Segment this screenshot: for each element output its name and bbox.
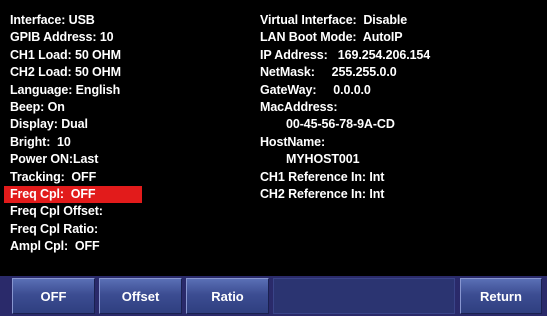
setting-freq-cpl-selected[interactable]: Freq Cpl: OFF [4, 185, 142, 204]
setting-ampl-cpl: Ampl Cpl: OFF [10, 239, 100, 254]
setting-hostname-label: HostName: [260, 134, 326, 149]
setting-interface: Interface: USB [10, 13, 95, 27]
setting-ch2-load: CH2 Load: 50 OHM [10, 65, 121, 80]
softkey-bar: OFF Offset Ratio Return [0, 276, 547, 316]
setting-mac-address-label: MacAddress: [260, 99, 338, 114]
softkey-ratio-button[interactable]: Ratio [186, 278, 269, 314]
softkey-offset-button[interactable]: Offset [99, 278, 182, 314]
setting-hostname-value: MYHOST001 [286, 152, 360, 167]
setting-ch1-load: CH1 Load: 50 OHM [10, 47, 121, 62]
setting-gpib-address: GPIB Address: 10 [10, 30, 114, 45]
setting-mac-address-value: 00-45-56-78-9A-CD [286, 117, 395, 132]
setting-virtual-interface: Virtual Interface: Disable [260, 13, 408, 27]
setting-ch2-reference-in: CH2 Reference In: Int [260, 186, 385, 201]
system-settings-panel: Interface: USB GPIB Address: 10 CH1 Load… [2, 2, 545, 272]
softkey-off-button[interactable]: OFF [12, 278, 95, 314]
setting-display: Display: Dual [10, 117, 88, 132]
setting-freq-cpl-ratio: Freq Cpl Ratio: [10, 221, 99, 236]
settings-left-column: Interface: USB GPIB Address: 10 CH1 Load… [4, 12, 242, 255]
instrument-display: Interface: USB GPIB Address: 10 CH1 Load… [0, 0, 547, 316]
softkey-blank [273, 278, 455, 314]
setting-freq-cpl-offset: Freq Cpl Offset: [10, 204, 103, 219]
setting-lan-boot-mode: LAN Boot Mode: AutoIP [260, 30, 403, 45]
settings-right-column: Virtual Interface: Disable LAN Boot Mode… [260, 12, 545, 203]
setting-beep: Beep: On [10, 99, 65, 114]
setting-ch1-reference-in: CH1 Reference In: Int [260, 169, 385, 184]
setting-power-on: Power ON:Last [10, 152, 99, 167]
setting-gateway: GateWay: 0.0.0.0 [260, 82, 371, 97]
setting-netmask: NetMask: 255.255.0.0 [260, 65, 397, 80]
softkey-return-button[interactable]: Return [460, 278, 542, 314]
setting-language: Language: English [10, 82, 121, 97]
setting-tracking: Tracking: OFF [10, 169, 97, 184]
setting-ip-address: IP Address: 169.254.206.154 [260, 47, 431, 62]
setting-bright: Bright: 10 [10, 134, 71, 149]
